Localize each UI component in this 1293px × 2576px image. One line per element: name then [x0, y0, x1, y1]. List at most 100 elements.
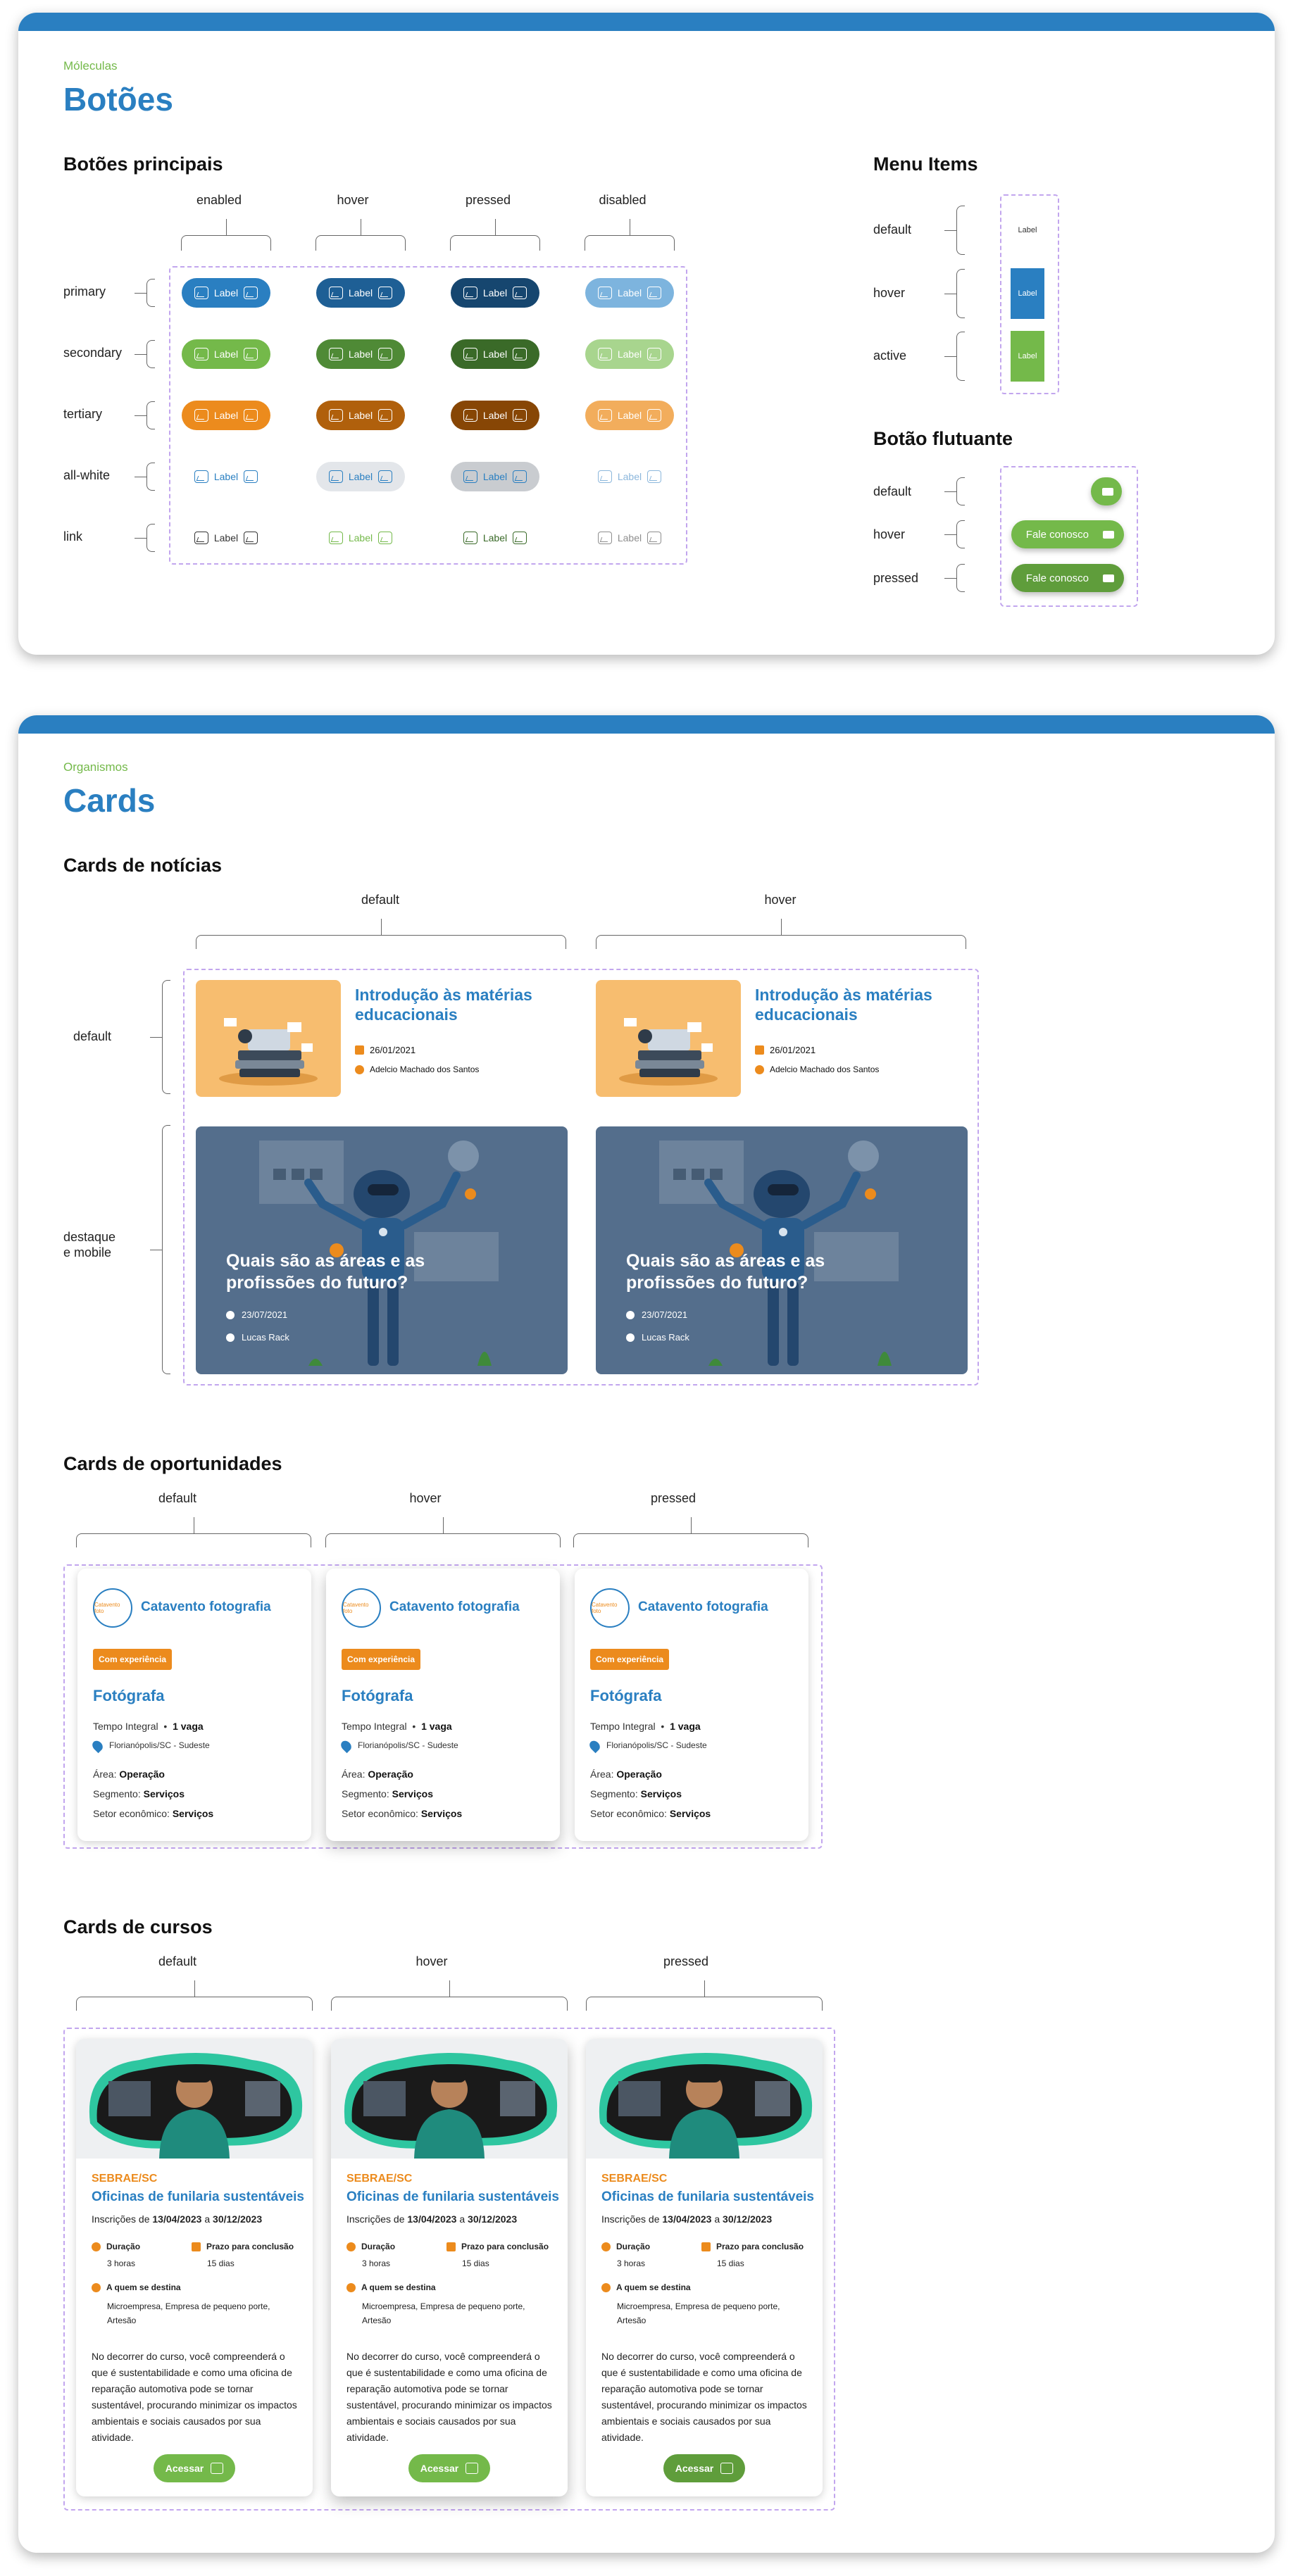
news-author-text: Adelcio Machado dos Santos: [370, 1064, 480, 1074]
job-role[interactable]: Fotógrafa: [342, 1687, 413, 1705]
tertiary-button-enabled[interactable]: Label: [182, 401, 270, 430]
job-role[interactable]: Fotógrafa: [93, 1687, 164, 1705]
schedule-text: Tempo Integral: [342, 1721, 407, 1732]
primary-button-enabled[interactable]: Label: [182, 278, 270, 308]
button-label: Label: [482, 410, 508, 421]
company-name[interactable]: Catavento fotografia: [141, 1600, 271, 1615]
access-button[interactable]: Acessar: [154, 2454, 235, 2482]
news-author-text: Adelcio Machado dos Santos: [770, 1064, 880, 1074]
menu-item-active[interactable]: Label: [1011, 331, 1044, 382]
clock-icon: [346, 2242, 356, 2251]
course-state-hover: hover: [416, 1954, 448, 1968]
image-icon: [647, 348, 662, 360]
location-text: Florianópolis/SC - Sudeste: [606, 1740, 707, 1751]
secondary-button-pressed[interactable]: Label: [451, 339, 539, 369]
tertiary-button-hover[interactable]: Label: [316, 401, 405, 430]
floating-button-pressed[interactable]: Fale conosco: [1011, 564, 1124, 592]
course-duration: 3 horas: [107, 2258, 136, 2268]
segment-label: Segmento:: [93, 1788, 141, 1799]
company-name[interactable]: Catavento fotografia: [389, 1600, 520, 1615]
state-bracket: [585, 219, 675, 251]
company-name[interactable]: Catavento fotografia: [638, 1600, 768, 1615]
course-deadline-label: Prazo para conclusão: [192, 2242, 294, 2251]
page-title: Cards: [63, 782, 156, 819]
menu-item-label: Label: [1018, 226, 1037, 234]
sector-value: Serviços: [172, 1808, 214, 1819]
secondary-button-disabled[interactable]: Label: [585, 339, 674, 369]
image-icon: [194, 348, 208, 360]
variant-label-link: link: [63, 529, 83, 544]
floating-button-hover[interactable]: Fale conosco: [1011, 520, 1124, 548]
news-card-hover[interactable]: Introdução às matérias educacionais 26/0…: [596, 980, 968, 1097]
image-icon: [211, 2463, 224, 2474]
news-card-default[interactable]: Introdução às matérias educacionais 26/0…: [196, 980, 568, 1097]
tertiary-button-disabled[interactable]: Label: [585, 401, 674, 430]
link-button-disabled[interactable]: Label: [585, 523, 674, 553]
location-pin-icon: [90, 1738, 105, 1754]
all-white-button-pressed[interactable]: Label: [451, 462, 539, 491]
news-title[interactable]: Introdução às matérias educacionais: [755, 986, 966, 1024]
course-card-hover[interactable]: SEBRAE/SC Oficinas de funilaria sustentá…: [331, 2039, 568, 2496]
all-white-button-enabled[interactable]: Label: [182, 462, 270, 491]
job-area: Área: Operação: [93, 1768, 165, 1780]
image-icon: [513, 287, 527, 299]
course-state-default: default: [158, 1954, 197, 1968]
opportunity-card-default[interactable]: Catavento foto Catavento fotografia Com …: [77, 1569, 311, 1841]
featured-author: Lucas Rack: [626, 1332, 689, 1343]
image-icon: [244, 409, 258, 422]
opportunity-card-pressed[interactable]: Catavento foto Catavento fotografia Com …: [575, 1569, 808, 1841]
variant-bracket: [135, 279, 155, 307]
job-role[interactable]: Fotógrafa: [590, 1687, 661, 1705]
variant-bracket: [135, 401, 155, 429]
menu-bracket: [944, 206, 965, 255]
company-logo: Catavento foto: [93, 1588, 132, 1628]
job-segment: Segmento: Serviços: [342, 1788, 433, 1799]
access-button[interactable]: Acessar: [663, 2454, 745, 2482]
all-white-button-disabled[interactable]: Label: [585, 462, 674, 491]
featured-title[interactable]: Quais são as áreas e as profissões do fu…: [626, 1250, 908, 1295]
course-audience: Microempresa, Empresa de pequeno porte, …: [617, 2301, 780, 2325]
all-white-button-hover[interactable]: Label: [316, 462, 405, 491]
tertiary-button-pressed[interactable]: Label: [451, 401, 539, 430]
job-area: Área: Operação: [342, 1768, 413, 1780]
course-card-pressed[interactable]: SEBRAE/SC Oficinas de funilaria sustentá…: [586, 2039, 823, 2496]
link-button-enabled[interactable]: Label: [182, 523, 270, 553]
link-button-hover[interactable]: Label: [316, 523, 405, 553]
image-icon: [328, 409, 343, 422]
floating-button-default[interactable]: [1091, 477, 1122, 505]
courses-heading: Cards de cursos: [63, 1916, 213, 1937]
primary-button-disabled[interactable]: Label: [585, 278, 674, 308]
menu-item-default[interactable]: Label: [1011, 205, 1044, 256]
image-icon: [378, 348, 393, 360]
featured-news-card-hover[interactable]: Quais são as áreas e as profissões do fu…: [596, 1126, 968, 1374]
button-label: Label: [482, 348, 508, 360]
menu-item-label: Label: [1018, 352, 1037, 360]
news-title[interactable]: Introdução às matérias educacionais: [355, 986, 566, 1024]
course-audience: Microempresa, Empresa de pequeno porte, …: [362, 2301, 525, 2325]
location-pin-icon: [587, 1738, 602, 1754]
link-button-pressed[interactable]: Label: [451, 523, 539, 553]
menu-item-hover[interactable]: Label: [1011, 268, 1044, 319]
course-card-default[interactable]: SEBRAE/SC Oficinas de funilaria sustentá…: [76, 2039, 313, 2496]
course-duration: 3 horas: [362, 2258, 391, 2268]
job-location: Florianópolis/SC - Sudeste: [587, 1738, 707, 1754]
image-icon: [244, 348, 258, 360]
secondary-button-hover[interactable]: Label: [316, 339, 405, 369]
course-name[interactable]: Oficinas de funilaria sustentáveis: [346, 2189, 559, 2205]
image-icon: [194, 470, 208, 483]
access-button[interactable]: Acessar: [408, 2454, 490, 2482]
featured-news-card-default[interactable]: Quais são as áreas e as profissões do fu…: [196, 1126, 568, 1374]
image-icon: [328, 470, 343, 483]
area-value: Operação: [119, 1768, 165, 1780]
featured-title[interactable]: Quais são as áreas e as profissões do fu…: [226, 1250, 508, 1295]
opportunity-card-hover[interactable]: Catavento foto Catavento fotografia Com …: [326, 1569, 560, 1841]
secondary-button-enabled[interactable]: Label: [182, 339, 270, 369]
course-name[interactable]: Oficinas de funilaria sustentáveis: [601, 2189, 814, 2205]
course-name[interactable]: Oficinas de funilaria sustentáveis: [92, 2189, 304, 2205]
course-audience-label: A quem se destina: [92, 2282, 181, 2292]
state-bracket: [76, 1980, 313, 2011]
access-button-label: Acessar: [675, 2463, 714, 2474]
course-image: [76, 2039, 313, 2159]
primary-button-pressed[interactable]: Label: [451, 278, 539, 308]
primary-button-hover[interactable]: Label: [316, 278, 405, 308]
